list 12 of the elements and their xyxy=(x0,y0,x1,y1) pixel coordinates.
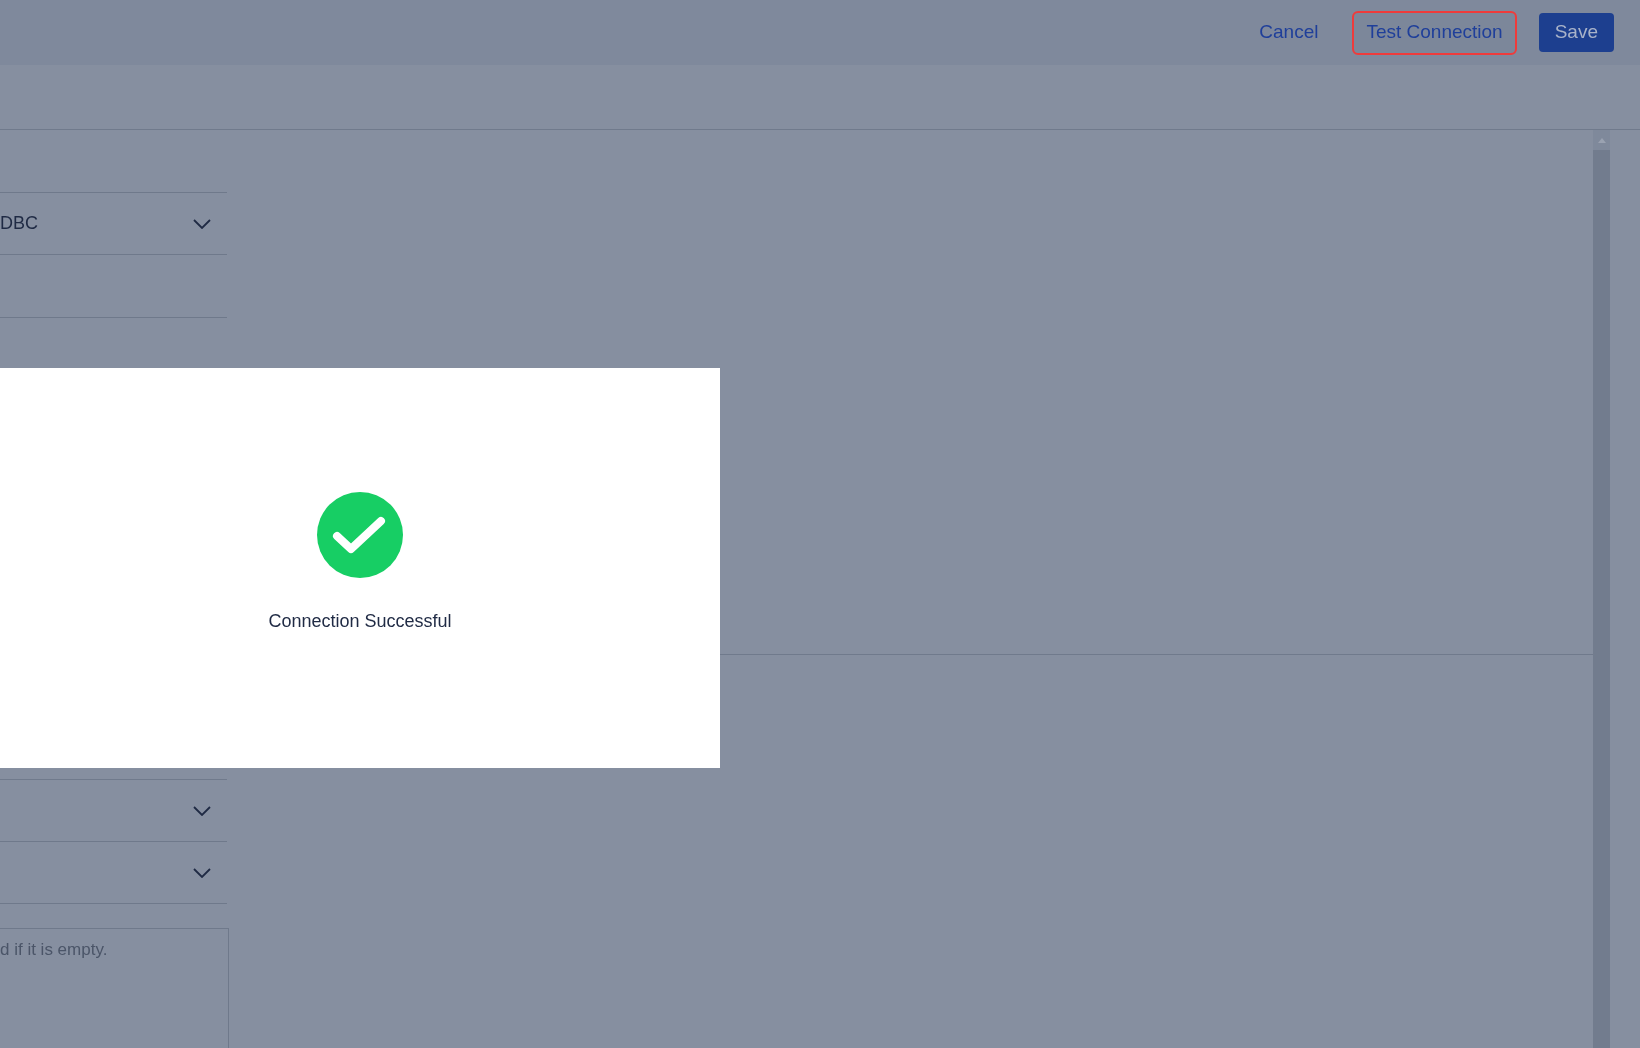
dialog-message: Connection Successful xyxy=(268,609,452,633)
scroll-up-icon[interactable] xyxy=(1597,137,1606,143)
textarea-field[interactable]: d if it is empty. xyxy=(0,928,229,1048)
chevron-down-icon xyxy=(193,218,211,229)
save-button[interactable]: Save xyxy=(1538,13,1614,52)
select-field[interactable]: DBC xyxy=(0,193,227,255)
chevron-down-icon xyxy=(193,867,211,878)
success-check-icon xyxy=(317,491,403,578)
chevron-down-icon xyxy=(193,805,211,816)
test-connection-button[interactable]: Test Connection xyxy=(1354,12,1515,53)
cancel-button[interactable]: Cancel xyxy=(1247,12,1331,53)
select-value: DBC xyxy=(0,212,38,235)
